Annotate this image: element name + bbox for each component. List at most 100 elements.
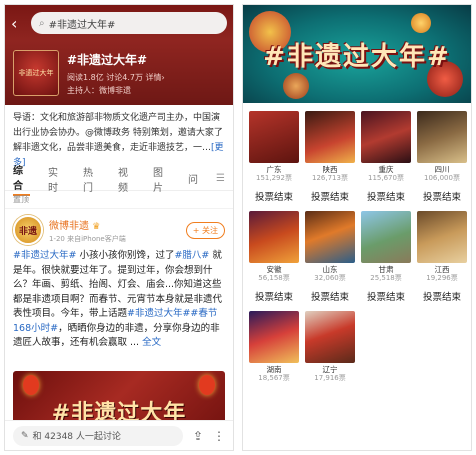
tab-qa[interactable]: 问 xyxy=(188,171,198,186)
vote-count: 115,670票 xyxy=(368,174,404,182)
topic-stats[interactable]: 阅读1.8亿 讨论4.7万 详情› xyxy=(67,72,165,83)
topic-thumbnail: 非遗过大年 xyxy=(13,50,59,96)
province-image[interactable] xyxy=(249,211,299,263)
hashtag-link[interactable]: #非遗过大年# xyxy=(13,250,76,261)
pinned-label: 置顶 xyxy=(5,191,233,209)
province-name: 辽宁 xyxy=(322,365,338,374)
vote-count: 17,916票 xyxy=(314,374,346,382)
flower-decoration xyxy=(411,13,431,33)
topic-page-panel: ‹ ⌕ #非遗过大年# 非遗过大年 #非遗过大年# 阅读1.8亿 讨论4.7万 … xyxy=(4,4,234,451)
province-name: 山东 xyxy=(322,265,338,274)
province-name: 广东 xyxy=(266,165,282,174)
province-card[interactable]: 四川 106,000票 xyxy=(417,111,467,183)
vote-ended-button[interactable]: 投票结束 xyxy=(417,189,467,203)
province-name: 甘肃 xyxy=(378,265,394,274)
hashtag-link[interactable]: 全文 xyxy=(142,337,161,348)
tab-video[interactable]: 视频 xyxy=(118,164,135,194)
topic-title: #非遗过大年# xyxy=(67,52,148,67)
tab-hot[interactable]: 热门 xyxy=(83,164,100,194)
province-image[interactable] xyxy=(305,211,355,263)
province-image[interactable] xyxy=(305,311,355,363)
discuss-input[interactable]: ✎ 和 42348 人一起讨论 xyxy=(13,425,183,446)
search-text: #非遗过大年# xyxy=(48,19,116,31)
vote-count: 56,158票 xyxy=(258,274,290,282)
province-image[interactable] xyxy=(417,211,467,263)
province-name: 安徽 xyxy=(266,265,282,274)
drum-decoration xyxy=(283,73,309,99)
vote-count: 126,713票 xyxy=(312,174,348,182)
top-bar: ‹ ⌕ #非遗过大年# xyxy=(5,5,233,41)
back-icon[interactable]: ‹ xyxy=(11,14,25,33)
province-image[interactable] xyxy=(249,311,299,363)
topic-header: 非遗过大年 #非遗过大年# 阅读1.8亿 讨论4.7万 详情› 主持人：微博非遗 xyxy=(5,41,233,105)
hero-title: #非遗过大年# xyxy=(263,41,451,72)
avatar[interactable]: 非遗 xyxy=(13,215,43,245)
vote-page-panel: #非遗过大年# 广东 151,292票 陕西 126,713票 重庆 115,6… xyxy=(242,4,472,451)
hashtag-link[interactable]: #腊八# xyxy=(174,250,209,261)
feed-tabs: 综合 实时 热门 视频 图片 问 ☰ xyxy=(5,164,233,196)
post-time: 1-20 来自iPhone客户端 xyxy=(49,234,126,243)
lantern-icon xyxy=(23,375,39,395)
vote-count: 32,060票 xyxy=(314,274,346,282)
province-card[interactable]: 广东 151,292票 xyxy=(249,111,299,183)
province-card[interactable]: 安徽 56,158票 xyxy=(249,211,299,283)
author-name[interactable]: 微博非遗 xyxy=(49,221,89,232)
province-vote-grid: 广东 151,292票 陕西 126,713票 重庆 115,670票 四川 1… xyxy=(243,103,471,383)
post-text-segment: 小孩小孩你别馋，过了 xyxy=(76,250,175,261)
province-image[interactable] xyxy=(305,111,355,163)
province-card[interactable]: 江西 19,296票 xyxy=(417,211,467,283)
province-row: 湖南 18,567票 辽宁 17,916票 xyxy=(249,311,467,383)
vote-ended-button[interactable]: 投票结束 xyxy=(249,289,299,303)
vote-ended-button[interactable]: 投票结束 xyxy=(361,189,411,203)
follow-button[interactable]: + 关注 xyxy=(185,221,225,239)
search-input[interactable]: ⌕ #非遗过大年# xyxy=(31,12,227,34)
province-image[interactable] xyxy=(361,111,411,163)
vote-button-row: 投票结束 投票结束 投票结束 投票结束 xyxy=(249,189,467,203)
vote-ended-button[interactable]: 投票结束 xyxy=(305,189,355,203)
post-header: 非遗 微博非遗 ♛ 1-20 来自iPhone客户端 + 关注 xyxy=(5,209,233,247)
vote-count: 19,296票 xyxy=(426,274,458,282)
topic-guide: 导语：文化和旅游部非物质文化遗产司主办，中国演出行业协会协办。@微博政务 特别策… xyxy=(5,105,233,167)
province-row: 安徽 56,158票 山东 32,060票 甘肃 25,518票 江西 19,2… xyxy=(249,211,467,283)
search-icon: ⌕ xyxy=(39,17,45,29)
hero-banner: #非遗过大年# xyxy=(243,5,471,103)
share-icon[interactable]: ⇪ xyxy=(193,429,203,443)
discuss-text: 和 42348 人一起讨论 xyxy=(32,432,121,442)
vote-count: 106,000票 xyxy=(424,174,460,182)
post-text: #非遗过大年# 小孩小孩你别馋，过了#腊八# 就是年。很快就要过年了。提到过年，… xyxy=(5,247,233,371)
vote-ended-button[interactable]: 投票结束 xyxy=(249,189,299,203)
province-row: 广东 151,292票 陕西 126,713票 重庆 115,670票 四川 1… xyxy=(249,111,467,183)
tab-images[interactable]: 图片 xyxy=(153,164,170,194)
tab-comprehensive[interactable]: 综合 xyxy=(13,162,30,196)
province-name: 四川 xyxy=(434,165,450,174)
province-image[interactable] xyxy=(417,111,467,163)
more-icon[interactable]: ⋮ xyxy=(213,429,225,443)
vote-count: 18,567票 xyxy=(258,374,290,382)
vote-ended-button[interactable]: 投票结束 xyxy=(417,289,467,303)
post-author[interactable]: 微博非遗 ♛ xyxy=(49,217,186,232)
province-card[interactable]: 辽宁 17,916票 xyxy=(305,311,355,383)
province-card[interactable]: 重庆 115,670票 xyxy=(361,111,411,183)
guide-text: 导语：文化和旅游部非物质文化遗产司主办，中国演出行业协会协办。@微博政务 特别策… xyxy=(13,113,223,153)
province-name: 陕西 xyxy=(322,165,338,174)
province-image[interactable] xyxy=(361,211,411,263)
vote-ended-button[interactable]: 投票结束 xyxy=(305,289,355,303)
province-card[interactable]: 山东 32,060票 xyxy=(305,211,355,283)
province-card[interactable]: 湖南 18,567票 xyxy=(249,311,299,383)
province-name: 重庆 xyxy=(378,165,394,174)
tab-realtime[interactable]: 实时 xyxy=(48,164,65,194)
province-image[interactable] xyxy=(249,111,299,163)
province-card[interactable]: 陕西 126,713票 xyxy=(305,111,355,183)
comment-icon: ✎ xyxy=(21,430,29,441)
vote-count: 151,292票 xyxy=(256,174,292,182)
lantern-icon xyxy=(199,375,215,395)
province-name: 湖南 xyxy=(266,365,282,374)
province-card[interactable]: 甘肃 25,518票 xyxy=(361,211,411,283)
bottom-bar: ✎ 和 42348 人一起讨论 ⇪ ⋮ xyxy=(5,420,233,450)
crown-icon: ♛ xyxy=(92,221,101,232)
topic-host[interactable]: 主持人：微博非遗 xyxy=(67,85,165,96)
vote-count: 25,518票 xyxy=(370,274,402,282)
tabs-menu-icon[interactable]: ☰ xyxy=(216,173,225,184)
vote-ended-button[interactable]: 投票结束 xyxy=(361,289,411,303)
province-name: 江西 xyxy=(434,265,450,274)
